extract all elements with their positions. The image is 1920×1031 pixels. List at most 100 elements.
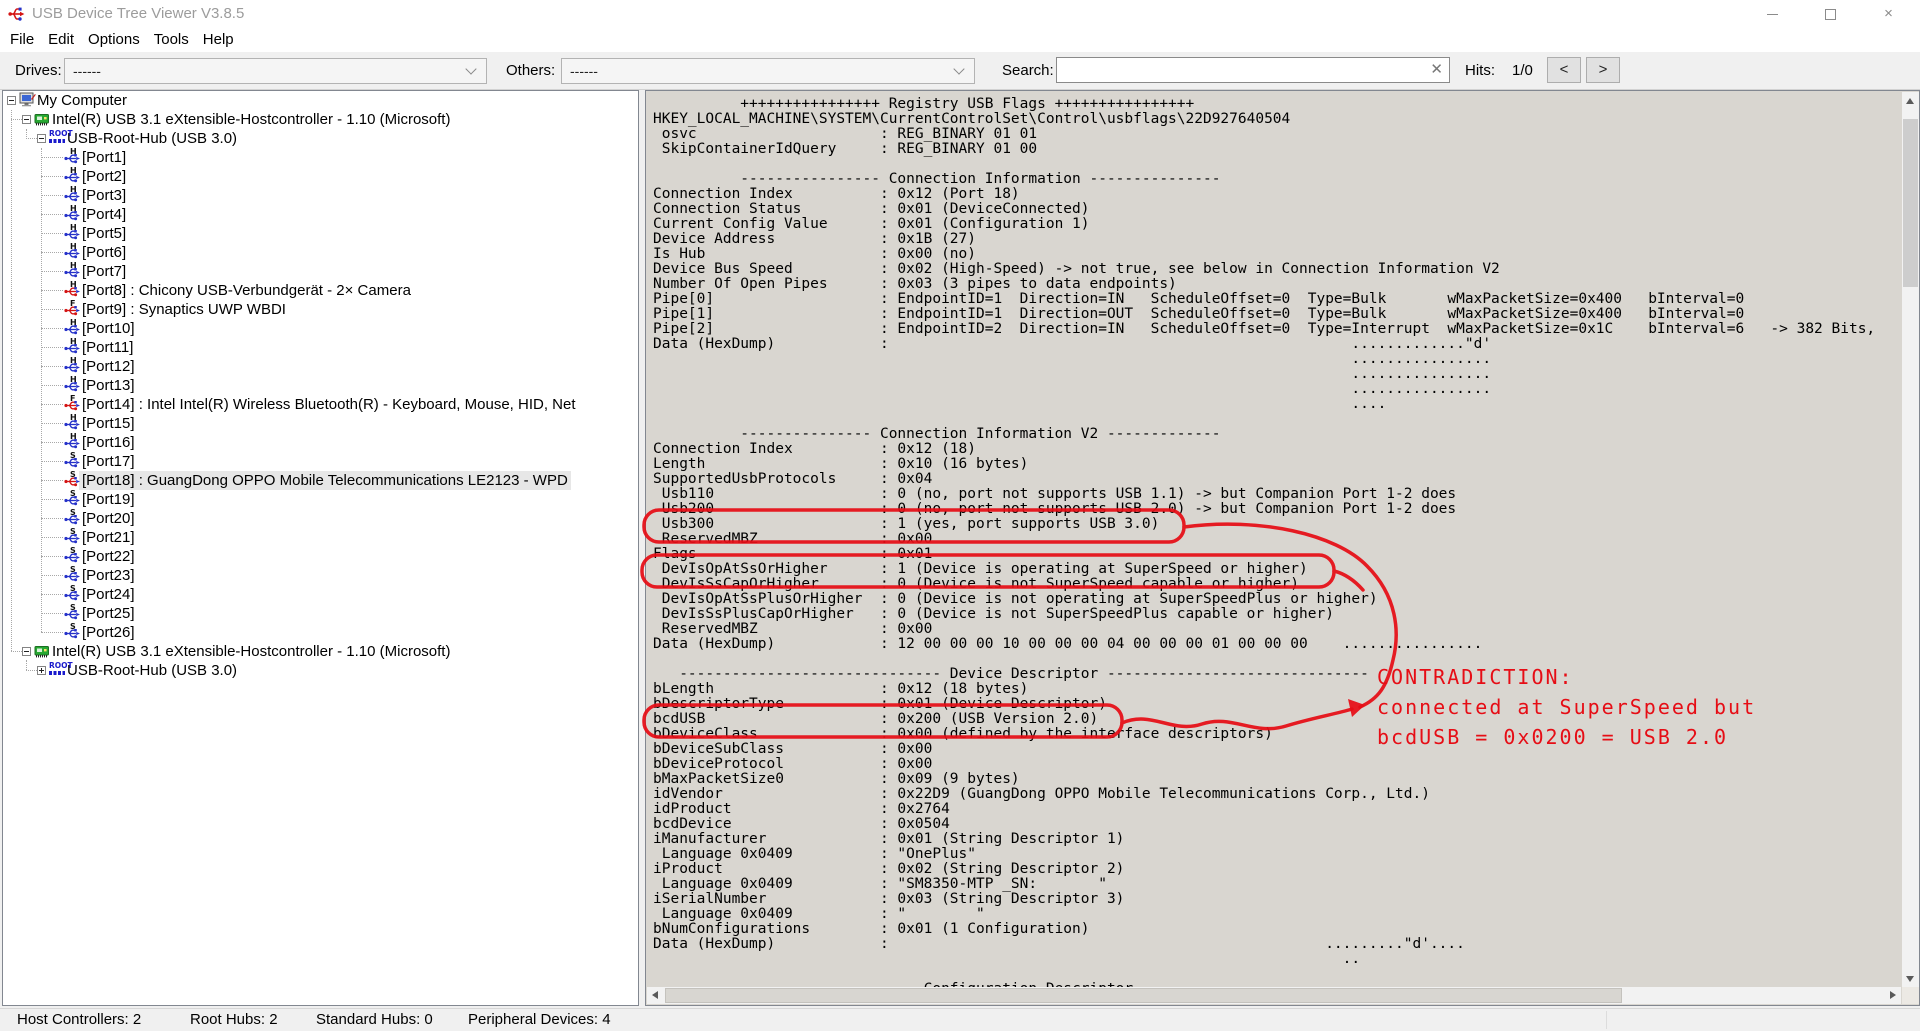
tree-item[interactable]: S[Port17] [3,452,638,471]
tree-item[interactable]: S[Port24] [3,585,638,604]
tree-expander-slot [50,262,64,281]
speed-badge: S [70,470,76,479]
collapse-icon[interactable] [7,96,16,105]
tree-item-label: [Port17] [79,452,138,471]
usb-port-icon: H [64,167,82,186]
search-input[interactable] [1061,59,1425,81]
tree-expander-slot [50,338,64,357]
tree-item[interactable]: My Computer [3,91,638,110]
tree-item[interactable]: H[Port11] [3,338,638,357]
expand-icon[interactable] [37,666,46,675]
tree-item[interactable]: S[Port23] [3,566,638,585]
tree-item-label: [Port1] [79,148,129,167]
tree-item[interactable]: Intel(R) USB 3.1 eXtensible-Hostcontroll… [3,110,638,129]
tree-item[interactable]: ROOTUSB-Root-Hub (USB 3.0) [3,661,638,680]
scroll-right-button[interactable] [1884,987,1901,1004]
tree-item[interactable]: Intel(R) USB 3.1 eXtensible-Hostcontroll… [3,642,638,661]
collapse-icon[interactable] [22,647,31,656]
menu-item-options[interactable]: Options [81,28,147,52]
tree-item[interactable]: H[Port5] [3,224,638,243]
triangle-left-icon [652,991,658,999]
speed-badge: H [70,223,77,232]
tree-expander-slot [50,205,64,224]
device-info-text-area[interactable]: ++++++++++++++++ Registry USB Flags ++++… [647,92,1901,987]
tree-item[interactable]: F[Port14] : Intel Intel(R) Wireless Blue… [3,395,638,414]
tree-item[interactable]: H[Port13] [3,376,638,395]
tree-item[interactable]: S[Port21] [3,528,638,547]
tree-item[interactable]: H[Port3] [3,186,638,205]
window-title: USB Device Tree Viewer V3.8.5 [32,0,244,28]
clear-search-icon[interactable]: ✕ [1430,58,1443,82]
menu-item-file[interactable]: File [3,28,41,52]
tree-item[interactable]: S[Port19] [3,490,638,509]
vertical-scrollbar[interactable] [1902,92,1919,987]
speed-badge: H [70,166,77,175]
tree-item[interactable]: H[Port8] : Chicony USB-Verbundgerät - 2×… [3,281,638,300]
speed-badge: F [70,394,75,403]
speed-badge: H [70,261,77,270]
usb-port-icon: H [64,319,82,338]
tree-expander-slot [50,452,64,471]
tree-item[interactable]: H[Port7] [3,262,638,281]
tree-item[interactable]: S[Port25] [3,604,638,623]
usb-port-icon: S [64,585,82,604]
tree-expander-slot [20,642,34,661]
speed-badge: S [70,508,76,517]
tree-item-label: [Port16] [79,433,138,452]
others-label: Others: [506,52,555,89]
tree-item[interactable]: H[Port6] [3,243,638,262]
minimize-button[interactable] [1750,0,1795,28]
others-value: ------ [562,63,598,79]
triangle-right-icon [1890,991,1896,999]
others-dropdown[interactable]: ------ [561,58,975,84]
vertical-scrollbar-thumb[interactable] [1903,119,1918,287]
maximize-button[interactable] [1808,0,1853,28]
previous-hit-button[interactable]: < [1547,57,1581,83]
tree-expander-slot [50,471,64,490]
collapse-icon[interactable] [37,134,46,143]
usb-port-icon: H [64,224,82,243]
speed-badge: S [70,451,76,460]
controller-icon [34,642,52,661]
tree-item-label: [Port19] [79,490,138,509]
tree-item[interactable]: H[Port1] [3,148,638,167]
tree-item-label: [Port6] [79,243,129,262]
chevron-down-icon [465,63,476,74]
speed-badge: H [70,242,77,251]
tree-expander-slot [50,300,64,319]
collapse-icon[interactable] [22,115,31,124]
menu-item-tools[interactable]: Tools [147,28,196,52]
scroll-up-button[interactable] [1902,92,1919,109]
menu-item-edit[interactable]: Edit [41,28,81,52]
next-hit-button[interactable]: > [1586,57,1620,83]
tree-item[interactable]: F[Port9] : Synaptics UWP WBDI [3,300,638,319]
device-info-panel: ++++++++++++++++ Registry USB Flags ++++… [645,90,1920,1006]
tree-item[interactable]: H[Port2] [3,167,638,186]
tree-item-label: [Port9] : Synaptics UWP WBDI [79,300,289,319]
menu-item-help[interactable]: Help [196,28,241,52]
speed-badge: H [70,413,77,422]
tree-item[interactable]: S[Port26] [3,623,638,642]
tree-item[interactable]: S[Port18] : GuangDong OPPO Mobile Teleco… [3,471,638,490]
tree-item[interactable]: H[Port12] [3,357,638,376]
speed-badge: S [70,603,76,612]
tree-item[interactable]: H[Port10] [3,319,638,338]
usb-port-icon: H [64,148,82,167]
usb-tree-app-icon [8,5,25,27]
tree-item[interactable]: S[Port20] [3,509,638,528]
scroll-down-button[interactable] [1902,970,1919,987]
chevron-down-icon [953,63,964,74]
horizontal-scrollbar[interactable] [647,987,1901,1004]
tree-item[interactable]: H[Port16] [3,433,638,452]
usb-controller-icon [34,111,50,127]
tree-item[interactable]: ROOTUSB-Root-Hub (USB 3.0) [3,129,638,148]
close-button[interactable]: × [1866,0,1911,28]
horizontal-scrollbar-thumb[interactable] [665,988,1622,1003]
computer-icon [19,91,36,108]
title-bar: USB Device Tree Viewer V3.8.5 × [0,0,1920,28]
scroll-left-button[interactable] [647,987,664,1004]
tree-item[interactable]: H[Port15] [3,414,638,433]
tree-item[interactable]: S[Port22] [3,547,638,566]
drives-dropdown[interactable]: ------ [64,58,487,84]
tree-item[interactable]: H[Port4] [3,205,638,224]
